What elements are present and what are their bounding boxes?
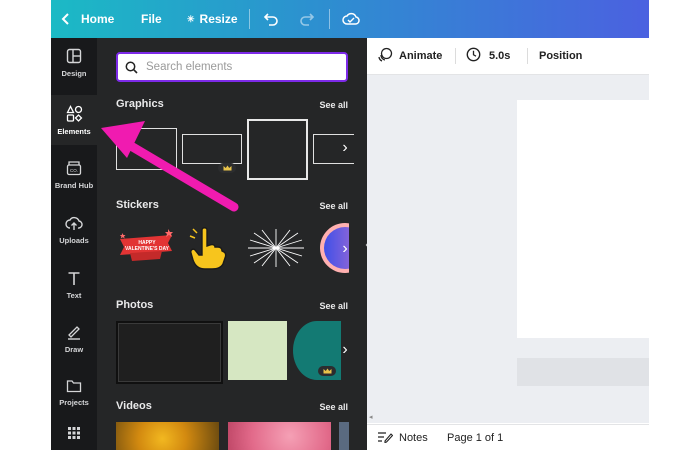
annotation-arrow: [101, 121, 239, 212]
canva-editor: Home File ✳ Resize Design Elements CO. B…: [51, 0, 649, 450]
